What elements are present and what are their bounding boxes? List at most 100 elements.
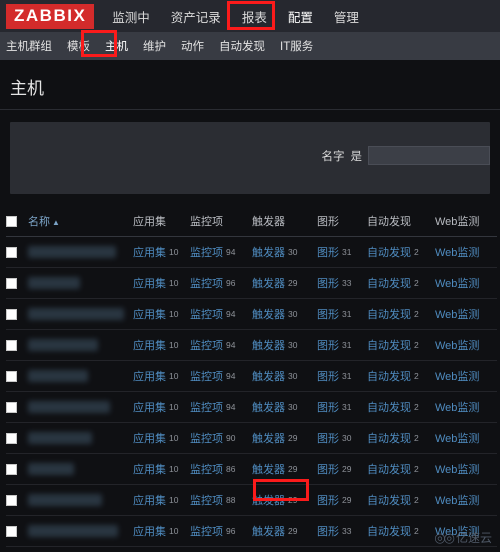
triggers-link[interactable]: 触发器 — [252, 495, 285, 507]
graphs-cell[interactable]: 图形 33 — [317, 515, 367, 547]
row-checkbox[interactable] — [6, 339, 17, 351]
host-name-cell[interactable] — [28, 391, 133, 423]
subnav-item-maintenance[interactable]: 维护 — [143, 38, 166, 54]
row-checkbox[interactable] — [6, 432, 17, 444]
row-checkbox-cell[interactable] — [6, 453, 28, 485]
host-name-cell[interactable] — [28, 236, 133, 268]
table-row[interactable]: 应用集 10 监控项 94 触发器 30 图形 31 自动发现 2 Web监测 — [6, 298, 497, 330]
discovery-cell[interactable]: 自动发现2 — [367, 236, 435, 268]
host-name-cell[interactable] — [28, 267, 133, 299]
applications-cell[interactable]: 应用集 10 — [133, 329, 190, 361]
topnav-item-monitoring[interactable]: 监测中 — [110, 5, 152, 28]
graphs-cell[interactable]: 图形 31 — [317, 236, 367, 268]
triggers-cell[interactable]: 触发器 29 — [252, 267, 317, 299]
graphs-cell[interactable]: 图形 31 — [317, 298, 367, 330]
web-cell[interactable]: Web监测 — [435, 422, 497, 454]
select-all-checkbox[interactable] — [6, 215, 17, 227]
items-link[interactable]: 监控项 — [190, 371, 223, 383]
graphs-cell[interactable]: 图形 31 — [317, 360, 367, 392]
subnav-item-actions[interactable]: 动作 — [181, 38, 204, 54]
discovery-cell[interactable]: 自动发现2 — [367, 546, 435, 552]
discovery-cell[interactable]: 自动发现2 — [367, 484, 435, 516]
discovery-link[interactable]: 自动发现 — [367, 495, 411, 507]
items-cell[interactable]: 监控项 94 — [190, 298, 252, 330]
items-link[interactable]: 监控项 — [190, 247, 223, 259]
graphs-link[interactable]: 图形 — [317, 402, 339, 414]
header-select-all[interactable] — [6, 208, 28, 237]
row-checkbox-cell[interactable] — [6, 484, 28, 516]
row-checkbox[interactable] — [6, 308, 17, 320]
triggers-link[interactable]: 触发器 — [252, 526, 285, 538]
triggers-cell[interactable]: 触发器40 — [252, 546, 317, 552]
applications-link[interactable]: 应用集 — [133, 495, 166, 507]
row-checkbox[interactable] — [6, 277, 17, 289]
items-cell[interactable]: 监控项 86 — [190, 453, 252, 485]
graphs-link[interactable]: 图形 — [317, 247, 339, 259]
table-row[interactable]: 应用集 10 监控项 94 触发器 30 图形 31 自动发现 2 Web监测 — [6, 329, 497, 361]
triggers-link[interactable]: 触发器 — [252, 433, 285, 445]
applications-cell[interactable]: 应用集 10 — [133, 515, 190, 547]
items-cell[interactable]: 监控项75 — [190, 546, 252, 552]
host-name-cell[interactable] — [28, 484, 133, 516]
applications-cell[interactable]: 应用集 10 — [133, 236, 190, 268]
row-checkbox[interactable] — [6, 370, 17, 382]
table-row[interactable]: 应用集 10 监控项 96 触发器 29 图形 33 自动发现 2 Web监测 — [6, 515, 497, 547]
row-checkbox[interactable] — [6, 494, 17, 506]
items-link[interactable]: 监控项 — [190, 309, 223, 321]
applications-link[interactable]: 应用集 — [133, 526, 166, 538]
topnav-item-inventory[interactable]: 资产记录 — [169, 5, 223, 28]
discovery-cell[interactable]: 自动发现2 — [367, 360, 435, 392]
row-checkbox-cell[interactable] — [6, 546, 28, 552]
row-checkbox-cell[interactable] — [6, 360, 28, 392]
graphs-link[interactable]: 图形 — [317, 340, 339, 352]
web-cell[interactable]: Web监测 — [435, 298, 497, 330]
applications-link[interactable]: 应用集 — [133, 402, 166, 414]
subnav-item-host-groups[interactable]: 主机群组 — [6, 38, 52, 54]
triggers-link[interactable]: 触发器 — [252, 371, 285, 383]
triggers-link[interactable]: 触发器 — [252, 402, 285, 414]
discovery-cell[interactable]: 自动发现2 — [367, 391, 435, 423]
triggers-cell[interactable]: 触发器 30 — [252, 391, 317, 423]
web-cell[interactable]: Web监测 — [435, 267, 497, 299]
header-name[interactable]: 名称 ▲ — [28, 208, 133, 237]
triggers-cell[interactable]: 触发器 30 — [252, 298, 317, 330]
host-name-cell[interactable] — [28, 515, 133, 547]
triggers-cell[interactable]: 触发器 29 — [252, 484, 317, 516]
graphs-link[interactable]: 图形 — [317, 371, 339, 383]
applications-cell[interactable]: 应用集 10 — [133, 484, 190, 516]
discovery-cell[interactable]: 自动发现2 — [367, 453, 435, 485]
row-checkbox-cell[interactable] — [6, 298, 28, 330]
graphs-link[interactable]: 图形 — [317, 309, 339, 321]
discovery-link[interactable]: 自动发现 — [367, 340, 411, 352]
header-web[interactable]: Web监测 — [435, 208, 497, 237]
discovery-link[interactable]: 自动发现 — [367, 526, 411, 538]
applications-link[interactable]: 应用集 — [133, 309, 166, 321]
row-checkbox[interactable] — [6, 525, 17, 537]
subnav-item-hosts[interactable]: 主机 — [105, 38, 128, 54]
table-row[interactable]: 应用集 10 监控项 88 触发器 29 图形 29 自动发现 2 Web监测 — [6, 484, 497, 516]
graphs-cell[interactable]: 图形 30 — [317, 422, 367, 454]
web-link[interactable]: Web监测 — [435, 309, 479, 321]
header-triggers[interactable]: 触发器 — [252, 208, 317, 237]
row-checkbox-cell[interactable] — [6, 515, 28, 547]
filter-name-input[interactable] — [368, 146, 490, 165]
discovery-link[interactable]: 自动发现 — [367, 371, 411, 383]
discovery-cell[interactable]: 自动发现2 — [367, 329, 435, 361]
applications-cell[interactable]: 应用集 10 — [133, 267, 190, 299]
header-graphs[interactable]: 图形 — [317, 208, 367, 237]
table-row[interactable]: 应用集 10 监控项 96 触发器 29 图形 33 自动发现 2 Web监测 — [6, 267, 497, 299]
triggers-link[interactable]: 触发器 — [252, 309, 285, 321]
web-cell[interactable]: Web监测 — [435, 329, 497, 361]
web-link[interactable]: Web监测 — [435, 433, 479, 445]
header-discovery[interactable]: 自动发现 — [367, 208, 435, 237]
graphs-cell[interactable]: 图形 29 — [317, 484, 367, 516]
discovery-link[interactable]: 自动发现 — [367, 433, 411, 445]
triggers-link[interactable]: 触发器 — [252, 340, 285, 352]
applications-cell[interactable]: 应用集 10 — [133, 298, 190, 330]
row-checkbox-cell[interactable] — [6, 267, 28, 299]
discovery-cell[interactable]: 自动发现2 — [367, 267, 435, 299]
web-link[interactable]: Web监测 — [435, 278, 479, 290]
items-link[interactable]: 监控项 — [190, 464, 223, 476]
applications-link[interactable]: 应用集 — [133, 464, 166, 476]
table-row[interactable]: 应用集 10 监控项 86 触发器 29 图形 29 自动发现 2 Web监测 — [6, 453, 497, 485]
